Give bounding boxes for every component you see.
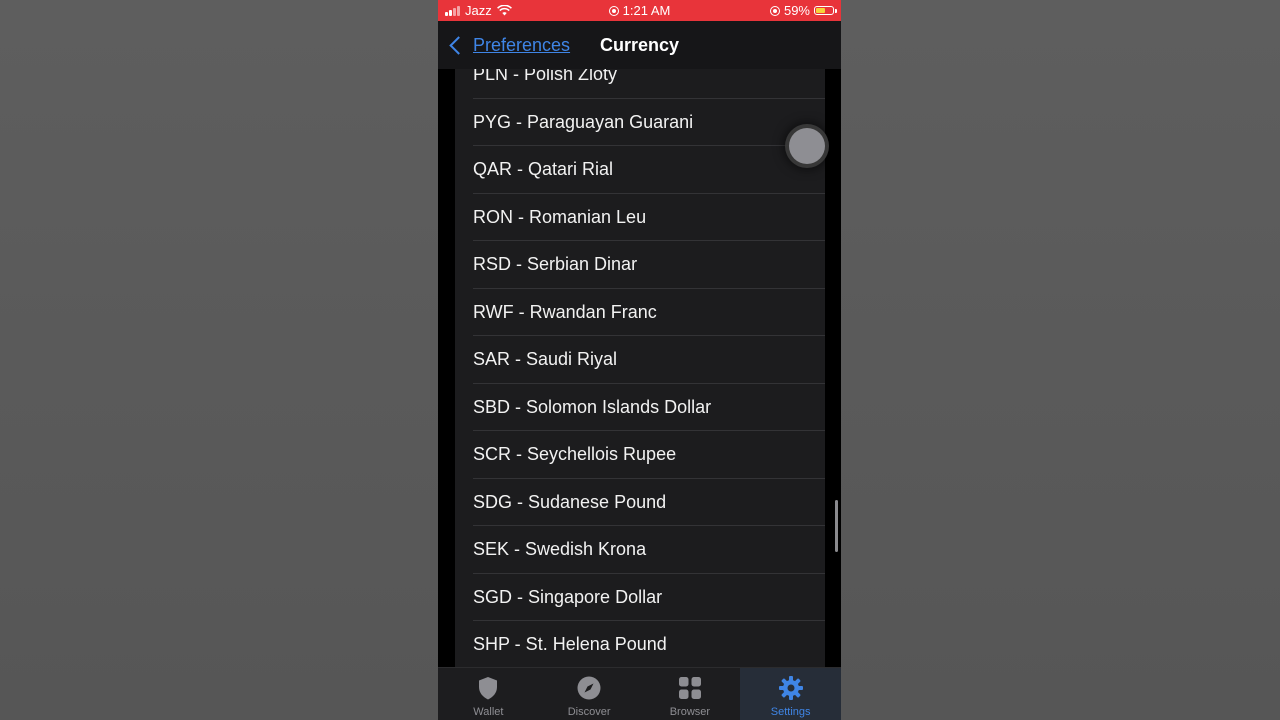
tab-discover-label: Discover xyxy=(567,706,611,718)
currency-label: RWF - Rwandan Franc xyxy=(473,301,657,322)
currency-label: RON - Romanian Leu xyxy=(473,206,647,227)
grid-icon xyxy=(678,677,701,699)
orientation-lock-icon xyxy=(769,5,780,16)
currency-label: SGD - Singapore Dollar xyxy=(473,586,663,607)
assistive-touch-button[interactable] xyxy=(789,128,825,164)
currency-label: PYG - Paraguayan Guarani xyxy=(473,111,694,132)
tab-bar: Wallet Discover Browser Settings xyxy=(438,667,841,720)
compass-icon xyxy=(577,676,601,700)
gear-icon xyxy=(778,676,803,700)
phone-screen: Jazz 1:21 AM 59% Preferences Currency PL… xyxy=(438,0,841,720)
currency-list: PLN - Polish Zloty PYG - Paraguayan Guara… xyxy=(455,69,825,667)
tab-wallet-label: Wallet xyxy=(473,706,504,718)
tab-wallet[interactable]: Wallet xyxy=(438,668,539,720)
currency-list-item[interactable]: PLN - Polish Zloty xyxy=(455,69,825,99)
shield-icon xyxy=(479,677,498,700)
battery-icon xyxy=(814,6,837,15)
currency-list-item[interactable]: SBD - Solomon Islands Dollar xyxy=(455,384,825,432)
currency-list-area[interactable]: PLN - Polish Zloty PYG - Paraguayan Guara… xyxy=(438,69,841,667)
video-backdrop-left xyxy=(0,0,438,720)
currency-list-panel: PLN - Polish Zloty PYG - Paraguayan Guara… xyxy=(455,69,825,667)
currency-list-item[interactable]: SHP - St. Helena Pound xyxy=(455,621,825,667)
currency-label: SHP - St. Helena Pound xyxy=(473,634,667,655)
currency-label: SBD - Solomon Islands Dollar xyxy=(473,396,712,417)
currency-list-item[interactable]: SGD - Singapore Dollar xyxy=(455,574,825,622)
tab-browser-label: Browser xyxy=(669,706,711,718)
battery-fill xyxy=(816,8,826,13)
currency-label: RSD - Serbian Dinar xyxy=(473,254,638,275)
video-backdrop-right xyxy=(841,0,1280,720)
currency-list-item[interactable]: SEK - Swedish Krona xyxy=(455,526,825,574)
currency-label: SDG - Sudanese Pound xyxy=(473,491,667,512)
battery-percent: 59% xyxy=(783,3,810,18)
currency-label: SAR - Saudi Riyal xyxy=(473,349,618,370)
tab-discover[interactable]: Discover xyxy=(539,668,640,720)
status-bar: Jazz 1:21 AM 59% xyxy=(438,0,841,21)
tab-settings-label: Settings xyxy=(770,706,811,718)
currency-list-item[interactable]: SCR - Seychellois Rupee xyxy=(455,431,825,479)
tab-browser[interactable]: Browser xyxy=(640,668,741,720)
currency-label: SCR - Seychellois Rupee xyxy=(473,444,677,465)
scroll-indicator[interactable] xyxy=(835,500,838,552)
currency-label: PLN - Polish Zloty xyxy=(473,69,618,85)
currency-list-item[interactable]: RSD - Serbian Dinar xyxy=(455,241,825,289)
status-right: 59% xyxy=(769,3,837,18)
page-title: Currency xyxy=(599,35,680,55)
currency-label: QAR - Qatari Rial xyxy=(473,159,614,180)
alarm-icon xyxy=(608,5,619,16)
currency-list-item[interactable]: SDG - Sudanese Pound xyxy=(455,479,825,527)
navigation-bar: Preferences Currency xyxy=(438,21,841,69)
currency-list-item[interactable]: SAR - Saudi Riyal xyxy=(455,336,825,384)
currency-list-item[interactable]: PYG - Paraguayan Guarani xyxy=(455,99,825,147)
currency-list-item[interactable]: QAR - Qatari Rial xyxy=(455,146,825,194)
currency-list-item[interactable]: RWF - Rwandan Franc xyxy=(455,289,825,337)
status-time: 1:21 AM xyxy=(622,3,671,18)
currency-label: SEK - Swedish Krona xyxy=(473,539,647,560)
currency-list-item[interactable]: RON - Romanian Leu xyxy=(455,194,825,242)
tab-settings[interactable]: Settings xyxy=(740,668,841,720)
